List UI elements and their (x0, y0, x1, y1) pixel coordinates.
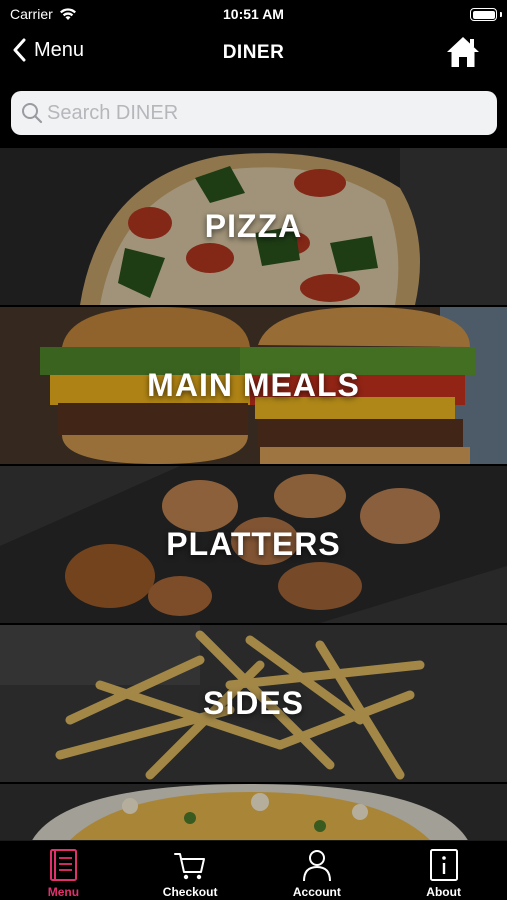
search-input[interactable] (47, 91, 487, 135)
category-label (0, 784, 507, 840)
tab-label: Checkout (162, 885, 218, 899)
category-pizza[interactable]: PIZZA (0, 148, 507, 305)
category-label: PLATTERS (166, 526, 341, 562)
status-bar: Carrier 10:51 AM (0, 0, 507, 30)
search-bar (11, 91, 497, 135)
category-platters[interactable]: PLATTERS (0, 466, 507, 623)
category-label: MAIN MEALS (147, 367, 360, 403)
tab-about[interactable]: About (380, 841, 507, 900)
tab-menu[interactable]: Menu (0, 841, 127, 900)
info-icon (429, 849, 458, 881)
page-title: DINER (222, 42, 285, 63)
tab-checkout[interactable]: Checkout (127, 841, 254, 900)
tab-account[interactable]: Account (254, 841, 381, 900)
category-main-meals[interactable]: MAIN MEALS (0, 307, 507, 464)
cart-icon (174, 853, 206, 880)
category-next[interactable] (0, 784, 507, 840)
user-icon (302, 850, 331, 882)
tab-label: About (426, 885, 461, 899)
status-time: 10:51 AM (223, 6, 284, 22)
tab-label: Menu (47, 885, 80, 899)
battery-tip (500, 12, 502, 17)
menu-book-icon (50, 849, 78, 881)
category-label: PIZZA (204, 208, 303, 244)
battery-icon (470, 8, 497, 21)
category-label: SIDES (202, 685, 305, 721)
tab-bar: Menu Checkout Account About (0, 840, 507, 900)
nav-bar: Menu DINER (0, 30, 507, 76)
category-sides[interactable]: SIDES (0, 625, 507, 782)
tab-label: Account (292, 885, 341, 899)
home-icon[interactable] (445, 34, 481, 70)
search-icon (22, 103, 43, 124)
category-list: PIZZA MAIN MEALS PLATTERS SIDES (0, 148, 507, 840)
